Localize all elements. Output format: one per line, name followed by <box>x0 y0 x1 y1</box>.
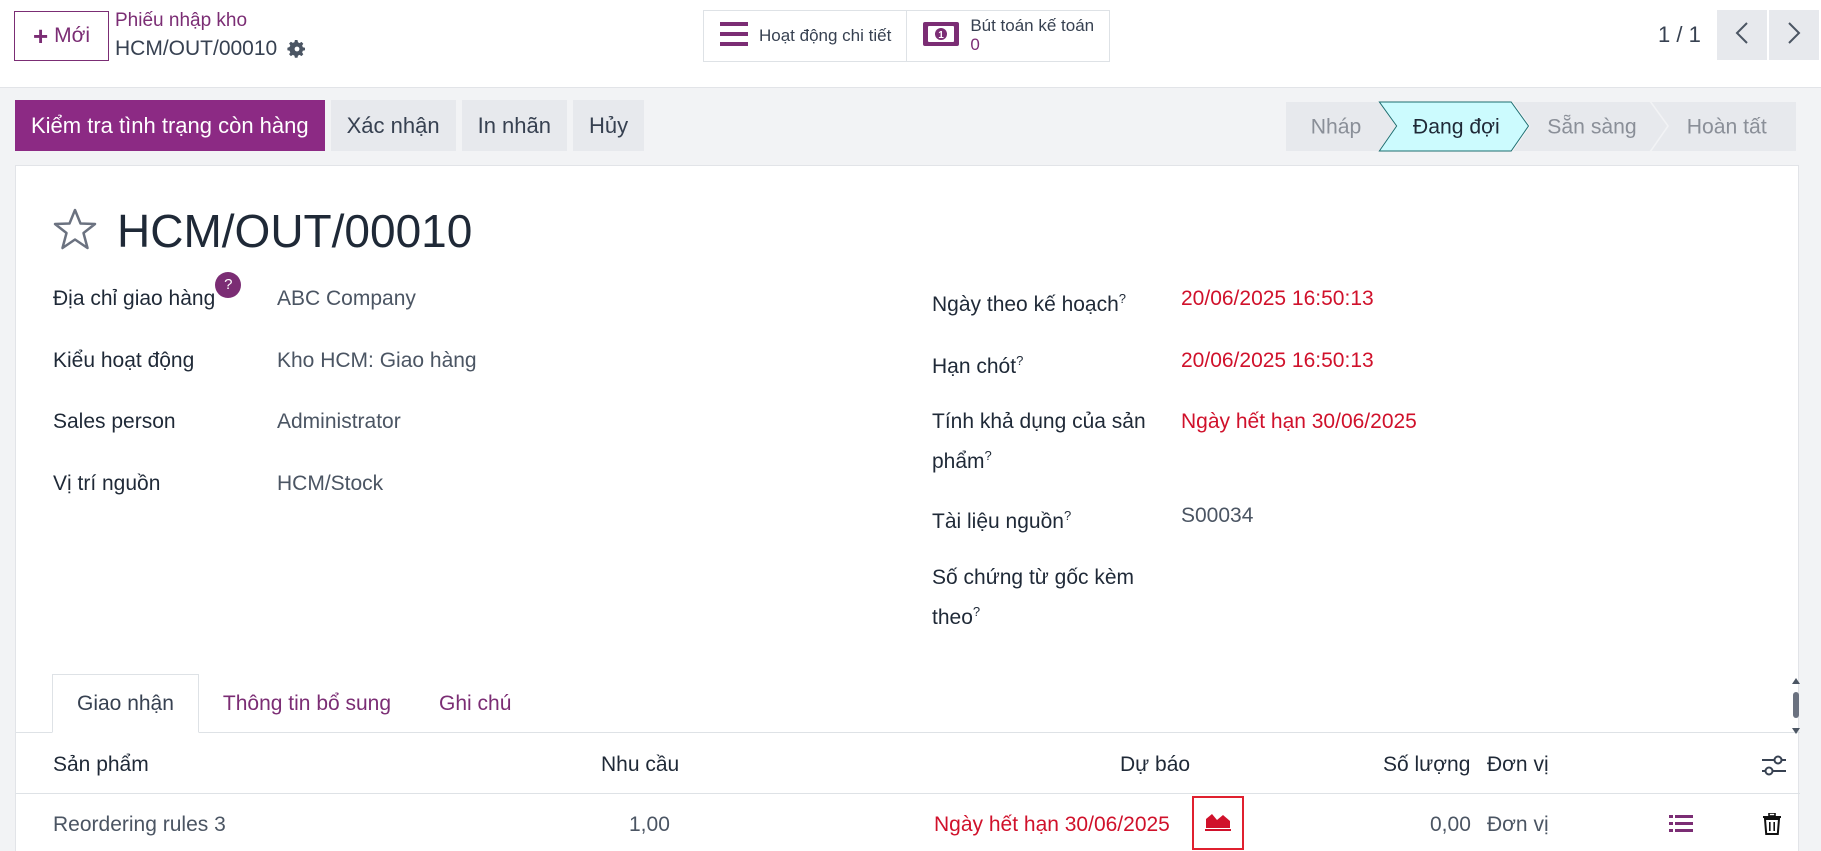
statusbar: Nháp Đang đợi Sẵn sàng Hoàn tất <box>1286 101 1796 152</box>
column-header-quantity[interactable]: Số lượng <box>1383 748 1470 782</box>
activity-details-button[interactable]: Hoạt động chi tiết <box>704 11 907 61</box>
delivery-address-label-text: Địa chỉ giao hàng <box>53 287 216 310</box>
row-quantity[interactable]: 0,00 <box>1430 808 1471 842</box>
row-demand[interactable]: 1,00 <box>629 808 670 842</box>
scheduled-date-label-text: Ngày theo kế hoạch <box>932 293 1119 316</box>
source-location-value[interactable]: HCM/Stock <box>277 467 383 501</box>
origin-voucher-value[interactable] <box>1181 561 1581 595</box>
breadcrumb-current-label: HCM/OUT/00010 <box>115 37 278 60</box>
pager-previous-button[interactable] <box>1717 10 1767 60</box>
product-availability-label-line1: Tính khả dụng của sản <box>932 410 1146 433</box>
help-icon[interactable]: ? <box>985 448 992 463</box>
check-availability-button[interactable]: Kiểm tra tình trạng còn hàng <box>15 100 325 151</box>
activity-details-label: Hoạt động chi tiết <box>759 26 892 45</box>
field-label-delivery-address: Địa chỉ giao hàng? <box>53 272 242 316</box>
column-header-uom[interactable]: Đơn vị <box>1487 748 1549 782</box>
operation-type-value[interactable]: Kho HCM: Giao hàng <box>277 344 477 378</box>
scheduled-date-value[interactable]: 20/06/2025 16:50:13 <box>1181 282 1374 316</box>
breadcrumb-current: HCM/OUT/00010 <box>115 37 307 61</box>
journal-entries-count: 0 <box>970 35 980 54</box>
control-panel: + Mới Phiếu nhập kho HCM/OUT/00010 Hoạt … <box>0 0 1821 88</box>
list-icon <box>719 21 749 52</box>
details-list-icon[interactable] <box>1668 811 1694 837</box>
breadcrumb-parent-link[interactable]: Phiếu nhập kho <box>115 10 247 32</box>
help-icon[interactable]: ? <box>1016 353 1023 368</box>
help-icon[interactable]: ? <box>215 272 242 298</box>
title-row: HCM/OUT/00010 <box>53 204 472 258</box>
help-icon[interactable]: ? <box>973 604 980 619</box>
row-forecast: Ngày hết hạn 30/06/2025 <box>934 813 1170 836</box>
field-label-operation-type: Kiểu hoạt động <box>53 349 195 372</box>
status-step-ready[interactable]: Sẵn sàng <box>1513 101 1668 152</box>
column-header-product[interactable]: Sản phẩm <box>53 748 149 782</box>
journal-entries-label: Bút toán kế toán <box>970 16 1095 36</box>
new-button[interactable]: + Mới <box>14 11 109 61</box>
row-product[interactable]: Reordering rules 3 <box>53 808 226 842</box>
status-step-draft-label: Nháp <box>1311 116 1362 139</box>
print-labels-button[interactable]: In nhãn <box>461 100 567 151</box>
field-label-source-document: Tài liệu nguồn? <box>932 499 1071 539</box>
status-step-waiting[interactable]: Đang đợi <box>1378 101 1530 152</box>
status-step-done-label: Hoàn tất <box>1687 116 1767 139</box>
delivery-address-value[interactable]: ABC Company <box>277 282 416 316</box>
money-icon: 1 <box>922 21 960 52</box>
help-icon[interactable]: ? <box>1119 291 1126 306</box>
product-availability-value: Ngày hết hạn 30/06/2025 <box>1181 410 1417 433</box>
form-sheet: HCM/OUT/00010 Địa chỉ giao hàng? ABC Com… <box>15 165 1800 851</box>
help-icon[interactable]: ? <box>1064 508 1071 523</box>
trash-icon[interactable] <box>1759 811 1785 837</box>
origin-voucher-label-line2: theo <box>932 606 973 629</box>
field-label-source-location: Vị trí nguồn <box>53 472 161 495</box>
source-document-label-text: Tài liệu nguồn <box>932 510 1064 533</box>
plus-icon: + <box>32 21 49 51</box>
field-label-product-availability: Tính khả dụng của sản phẩm? <box>932 405 1146 479</box>
cancel-button[interactable]: Hủy <box>573 100 645 151</box>
origin-voucher-label-line1: Số chứng từ gốc kèm <box>932 566 1135 589</box>
journal-entries-button[interactable]: 1 Bút toán kế toán 0 <box>906 11 1110 61</box>
field-label-scheduled-date: Ngày theo kế hoạch? <box>932 282 1126 322</box>
chevron-right-icon <box>1787 21 1801 50</box>
tab-additional-info[interactable]: Thông tin bổ sung <box>199 674 415 733</box>
sales-person-value[interactable]: Administrator <box>277 405 401 439</box>
smart-buttons: Hoạt động chi tiết 1 Bút toán kế toán 0 <box>703 10 1111 62</box>
status-step-waiting-label: Đang đợi <box>1413 116 1500 139</box>
status-step-done[interactable]: Hoàn tất <box>1651 101 1796 152</box>
svg-text:1: 1 <box>939 30 945 41</box>
deadline-value[interactable]: 20/06/2025 16:50:13 <box>1181 344 1374 378</box>
action-bar: Kiểm tra tình trạng còn hàng Xác nhận In… <box>15 100 645 151</box>
field-label-origin-voucher: Số chứng từ gốc kèm theo? <box>932 561 1134 635</box>
field-label-deadline: Hạn chót? <box>932 344 1023 384</box>
pager-next-button[interactable] <box>1769 10 1819 60</box>
chevron-left-icon <box>1735 21 1749 50</box>
tab-operations[interactable]: Giao nhận <box>52 674 199 733</box>
settings-sliders-icon[interactable] <box>1761 753 1787 779</box>
pager-value[interactable]: 1 / 1 <box>1658 22 1701 48</box>
validate-button[interactable]: Xác nhận <box>330 100 456 151</box>
forecast-report-button[interactable] <box>1192 796 1244 850</box>
column-header-demand[interactable]: Nhu cầu <box>601 748 679 782</box>
deadline-label-text: Hạn chót <box>932 355 1017 378</box>
tab-note[interactable]: Ghi chú <box>415 674 535 733</box>
scrollbar[interactable] <box>1792 678 1800 734</box>
field-label-sales-person: Sales person <box>53 410 176 433</box>
column-header-forecast[interactable]: Dự báo <box>1120 748 1190 782</box>
record-title: HCM/OUT/00010 <box>117 205 473 257</box>
gear-icon[interactable] <box>287 39 307 59</box>
table-header-divider <box>16 793 1800 794</box>
notebook-tabs: Giao nhận Thông tin bổ sung Ghi chú <box>52 674 535 733</box>
new-button-label: Mới <box>54 24 91 47</box>
row-uom[interactable]: Đơn vị <box>1487 808 1549 842</box>
source-document-value[interactable]: S00034 <box>1181 499 1253 533</box>
status-step-draft[interactable]: Nháp <box>1286 101 1396 152</box>
star-icon[interactable] <box>53 208 97 255</box>
forecast-chart-icon <box>1204 810 1232 837</box>
status-step-ready-label: Sẵn sàng <box>1547 114 1636 139</box>
product-availability-label-line2: phẩm <box>932 450 985 473</box>
